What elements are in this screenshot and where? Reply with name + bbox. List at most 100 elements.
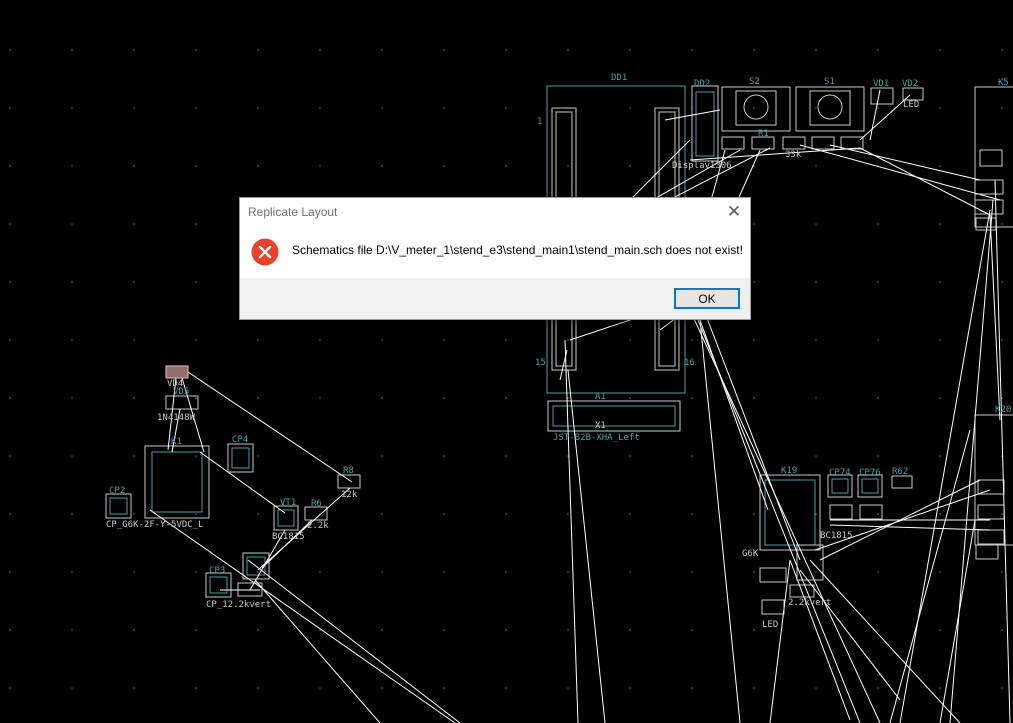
label-k20: K20 [995,405,1011,415]
grid-dot [71,339,73,341]
grid-dot [691,397,693,399]
label-g6k: G6K [742,549,759,559]
grid-dot [815,397,817,399]
footprint-s1 [795,86,865,132]
grid-dot [319,455,321,457]
grid-dot [1001,339,1003,341]
close-icon[interactable]: ✕ [724,202,744,222]
grid-dot [381,397,383,399]
grid-dot [877,107,879,109]
grid-dot [9,687,11,689]
grid-dot [1001,687,1003,689]
label-pin16: 16 [684,358,695,368]
grid-dot [629,513,631,515]
grid-dot [319,339,321,341]
replicate-layout-dialog[interactable]: Replicate Layout ✕ Schematics file D:\V_… [239,197,751,320]
grid-dot [753,571,755,573]
label-x1: X1 [595,421,606,431]
grid-dot [567,339,569,341]
label-dd1: DD1 [611,73,627,83]
grid-dots [9,49,1003,689]
grid-dot [691,571,693,573]
grid-dot [257,397,259,399]
grid-dot [9,455,11,457]
grid-dot [133,281,135,283]
footprint-vd5 [165,395,199,410]
label-r6: R6 [311,499,322,509]
grid-dot [939,165,941,167]
grid-dot [505,513,507,515]
grid-dot [939,571,941,573]
grid-dot [877,339,879,341]
grid-dot [133,165,135,167]
grid-dot [195,223,197,225]
label-pin1: 1 [537,117,542,127]
grid-dot [133,223,135,225]
grid-dot [567,687,569,689]
grid-dot [9,571,11,573]
label-cp4: CP4 [232,435,248,445]
error-icon [251,238,279,266]
grid-dot [877,513,879,515]
label-r1: R1 [758,129,769,139]
label-vd5: VD5 [173,387,189,397]
grid-dot [1001,107,1003,109]
grid-dot [443,49,445,51]
grid-dot [939,513,941,515]
grid-dot [753,513,755,515]
grid-dot [877,397,879,399]
grid-dot [877,687,879,689]
grid-dot [691,339,693,341]
grid-dot [629,629,631,631]
grid-dot [257,629,259,631]
grid-dot [629,687,631,689]
ok-button[interactable]: OK [674,288,740,309]
label-bc1815-left: BC1815 [272,532,305,542]
grid-dot [939,687,941,689]
grid-dot [443,397,445,399]
grid-dot [1001,571,1003,573]
label-vd1: VD1 [873,79,889,89]
grid-dot [629,339,631,341]
label-2-2kvert: 2.2kvert [788,598,831,608]
grid-dot [505,629,507,631]
label-1n4148w: 1N4148W [157,413,196,423]
label-pin15: 15 [535,358,546,368]
footprint-r8 [337,474,361,489]
label-k19: K19 [781,466,797,476]
grid-dot [9,165,11,167]
grid-dot [939,281,941,283]
grid-dot [319,107,321,109]
grid-dot [257,49,259,51]
grid-dot [381,571,383,573]
grid-dot [71,107,73,109]
grid-dot [319,165,321,167]
label-2-2k-left: 2.2k [307,521,329,531]
grid-dot [133,687,135,689]
grid-dot [505,107,507,109]
grid-dot [71,513,73,515]
grid-dot [257,513,259,515]
pcb-canvas[interactable]: DD1 DD2 S2 S1 VD1 VD2 K5 LED 1 15 16 A1 … [0,0,1013,723]
grid-dot [381,513,383,515]
label-vd2: VD2 [902,79,918,89]
error-message: Schematics file D:\V_meter_1\stend_e3\st… [292,243,743,257]
grid-dot [9,397,11,399]
grid-dot [1001,49,1003,51]
footprint-s2 [721,86,791,132]
grid-dot [133,513,135,515]
grid-dot [195,165,197,167]
grid-dot [505,397,507,399]
grid-dot [939,49,941,51]
grid-dot [691,513,693,515]
grid-dot [133,455,135,457]
label-s2: S2 [749,77,760,87]
grid-dot [505,687,507,689]
footprint-k19 [759,474,821,551]
grid-dot [815,455,817,457]
grid-dot [381,107,383,109]
grid-dot [629,165,631,167]
silkscreen-labels: DD1 DD2 S2 S1 VD1 VD2 K5 LED 1 15 16 A1 … [106,73,1011,630]
grid-dot [257,687,259,689]
label-cp-12-2kvert: CP_12.2kvert [206,600,271,610]
